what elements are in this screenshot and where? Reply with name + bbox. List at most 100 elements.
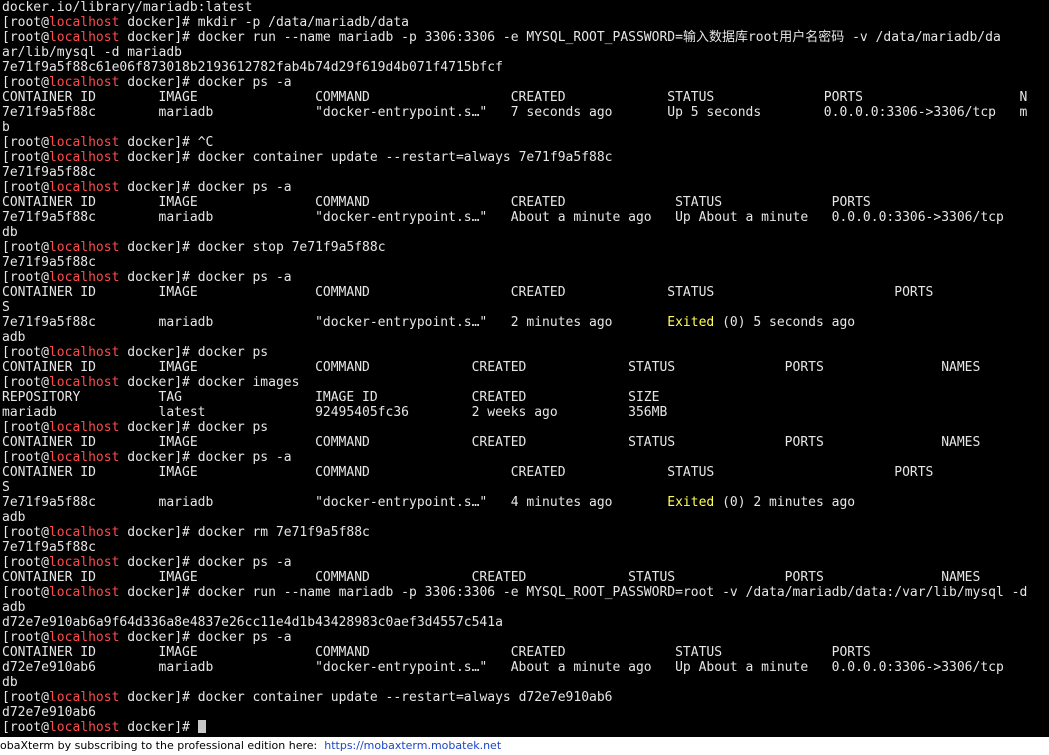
terminal-text: CONTAINER ID IMAGE COMMAND CREATED STATU…	[2, 435, 981, 450]
terminal-text: CONTAINER ID IMAGE COMMAND CREATED STATU…	[2, 360, 981, 375]
terminal-window[interactable]: docker.io/library/mariadb:latest [root@lo…	[0, 0, 1049, 737]
terminal-text: [root@	[2, 15, 49, 30]
terminal-line: CONTAINER ID IMAGE COMMAND CREATED STATU…	[2, 90, 1027, 105]
prompt-hostname: localhost	[48, 150, 120, 165]
terminal-line: docker.io/library/mariadb:latest	[2, 0, 252, 15]
status-exited: Exited	[667, 495, 715, 510]
terminal-text: 7e71f9a5f88c	[2, 540, 96, 555]
terminal-text: (0) 5 seconds ago	[714, 315, 856, 330]
terminal-line: [root@localhost docker]# docker ps -a	[2, 630, 292, 645]
terminal-line: [root@localhost docker]# docker ps -a	[2, 270, 292, 285]
terminal-line: b	[2, 120, 10, 135]
terminal-cursor	[197, 720, 206, 733]
terminal-text: mariadb latest 92495405fc36 2 weeks ago …	[2, 405, 668, 420]
terminal-text: docker]# docker ps -a	[119, 180, 292, 195]
terminal-line: REPOSITORY TAG IMAGE ID CREATED SIZE	[2, 390, 659, 405]
terminal-text: [root@	[2, 270, 49, 285]
terminal-text: docker]# docker rm 7e71f9a5f88c	[119, 525, 370, 540]
terminal-line: 7e71f9a5f88c	[2, 540, 96, 555]
prompt-hostname: localhost	[48, 75, 120, 90]
terminal-text: b	[2, 120, 10, 135]
terminal-line: [root@localhost docker]# docker ps -a	[2, 555, 292, 570]
terminal-text: docker]# docker ps	[119, 420, 269, 435]
terminal-text: CONTAINER ID IMAGE COMMAND CREATED STATU…	[2, 645, 871, 660]
terminal-text: ar/lib/mysql -d mariadb	[2, 45, 183, 60]
terminal-text: 7e71f9a5f88c mariadb "docker-entrypoint.…	[2, 210, 1004, 225]
terminal-text: docker]# docker ps -a	[119, 450, 292, 465]
terminal-line: CONTAINER ID IMAGE COMMAND CREATED STATU…	[2, 195, 871, 210]
terminal-text: d72e7e910ab6a9f64d336a8e4837e26cc11e4d1b…	[2, 615, 503, 630]
terminal-text: docker]# docker ps	[119, 345, 269, 360]
terminal-text: [root@	[2, 450, 49, 465]
terminal-line: CONTAINER ID IMAGE COMMAND CREATED STATU…	[2, 465, 933, 480]
terminal-text: (0) 2 minutes ago	[714, 495, 856, 510]
terminal-text: docker]# ^C	[119, 135, 214, 150]
terminal-line: 7e71f9a5f88c mariadb "docker-entrypoint.…	[2, 315, 855, 330]
terminal-text: d72e7e910ab6 mariadb "docker-entrypoint.…	[2, 660, 1004, 675]
terminal-text: [root@	[2, 690, 49, 705]
prompt-hostname: localhost	[48, 585, 120, 600]
terminal-line: [root@localhost docker]# docker ps	[2, 420, 268, 435]
terminal-text: 7e71f9a5f88c	[2, 255, 96, 270]
prompt-hostname: localhost	[48, 15, 120, 30]
terminal-line: [root@localhost docker]# docker ps -a	[2, 450, 292, 465]
terminal-text: [root@	[2, 420, 49, 435]
terminal-line: S	[2, 480, 10, 495]
terminal-text: docker]# docker images	[119, 375, 300, 390]
terminal-text: docker]# mkdir -p /data/mariadb/data	[119, 15, 410, 30]
prompt-hostname: localhost	[48, 450, 120, 465]
terminal-text: 7e71f9a5f88c	[2, 165, 96, 180]
terminal-text: docker]# docker ps -a	[119, 630, 292, 645]
terminal-text: [root@	[2, 75, 49, 90]
terminal-text: [root@	[2, 30, 49, 45]
terminal-text: 7e71f9a5f88c mariadb "docker-entrypoint.…	[2, 315, 668, 330]
terminal-line: d72e7e910ab6 mariadb "docker-entrypoint.…	[2, 660, 1004, 675]
terminal-text: docker]# docker container update --resta…	[119, 690, 613, 705]
terminal-text: 7e71f9a5f88c mariadb "docker-entrypoint.…	[2, 105, 1028, 120]
terminal-line: [root@localhost docker]# docker containe…	[2, 690, 613, 705]
prompt-hostname: localhost	[48, 345, 120, 360]
terminal-line: db	[2, 225, 18, 240]
prompt-hostname: localhost	[48, 630, 120, 645]
terminal-text: docker]# docker ps -a	[119, 555, 292, 570]
terminal-text: adb	[2, 600, 26, 615]
terminal-line: [root@localhost docker]#	[2, 720, 206, 735]
terminal-text: docker]#	[119, 720, 198, 735]
terminal-text: docker.io/library/mariadb:latest	[2, 0, 253, 15]
terminal-line: [root@localhost docker]# docker ps -a	[2, 180, 292, 195]
terminal-text: S	[2, 480, 10, 495]
prompt-hostname: localhost	[48, 720, 120, 735]
terminal-text: adb	[2, 510, 26, 525]
prompt-hostname: localhost	[48, 375, 120, 390]
prompt-hostname: localhost	[48, 30, 120, 45]
terminal-text: docker]# docker stop 7e71f9a5f88c	[119, 240, 386, 255]
terminal-text: docker]# docker run --name mariadb -p 33…	[119, 585, 1028, 600]
terminal-text: S	[2, 300, 10, 315]
terminal-line: mariadb latest 92495405fc36 2 weeks ago …	[2, 405, 667, 420]
terminal-line: adb	[2, 600, 25, 615]
mobaxterm-link[interactable]: https://mobaxterm.mobatek.net	[324, 739, 501, 752]
terminal-text: [root@	[2, 720, 49, 735]
terminal-text: [root@	[2, 180, 49, 195]
terminal-text: [root@	[2, 630, 49, 645]
terminal-text: [root@	[2, 525, 49, 540]
prompt-hostname: localhost	[48, 555, 120, 570]
terminal-line: [root@localhost docker]# docker run --na…	[2, 30, 1001, 45]
prompt-hostname: localhost	[48, 420, 120, 435]
terminal-line: 7e71f9a5f88c	[2, 255, 96, 270]
terminal-line: CONTAINER ID IMAGE COMMAND CREATED STATU…	[2, 435, 980, 450]
terminal-line: CONTAINER ID IMAGE COMMAND CREATED STATU…	[2, 360, 980, 375]
terminal-text: [root@	[2, 240, 49, 255]
prompt-hostname: localhost	[48, 270, 120, 285]
terminal-text: db	[2, 675, 18, 690]
terminal-line: [root@localhost docker]# docker containe…	[2, 150, 613, 165]
terminal-text: docker]# docker run --name mariadb -p 33…	[119, 30, 1001, 45]
terminal-line: [root@localhost docker]# docker ps	[2, 345, 268, 360]
terminal-line: [root@localhost docker]# docker run --na…	[2, 585, 1027, 600]
status-bar: obaXterm by subscribing to the professio…	[0, 737, 1049, 755]
prompt-hostname: localhost	[48, 690, 120, 705]
prompt-hostname: localhost	[48, 180, 120, 195]
terminal-text: [root@	[2, 150, 49, 165]
prompt-hostname: localhost	[48, 525, 120, 540]
status-bar-text: obaXterm by subscribing to the professio…	[0, 739, 325, 752]
